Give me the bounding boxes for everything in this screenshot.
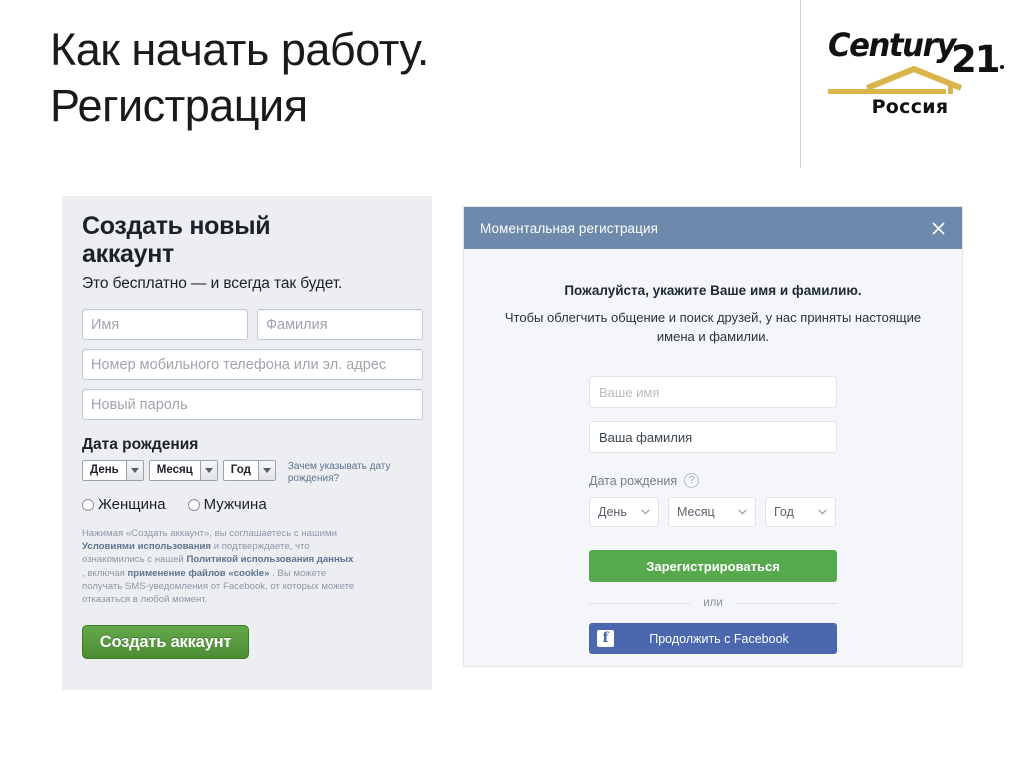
page-title-line-2: Регистрация <box>50 80 308 131</box>
modal-birthdate-label-row: Дата рождения ? <box>589 473 837 488</box>
page-title-line-1: Как начать работу. <box>50 24 429 75</box>
gender-row: Женщина Мужчина <box>82 496 412 513</box>
signup-subheading: Это бесплатно — и всегда так будет. <box>82 275 343 292</box>
birthdate-month-select[interactable]: Месяц <box>148 460 218 481</box>
gender-female-label: Женщина <box>98 496 166 513</box>
modal-lead-text: Пожалуйста, укажите Ваше имя и фамилию. <box>564 283 862 298</box>
logo-century-text: Century <box>828 26 956 64</box>
birthdate-month-value: Месяц <box>156 464 193 476</box>
logo-country-text: Россия <box>871 96 949 118</box>
modal-firstname-input[interactable] <box>589 376 837 408</box>
header-divider <box>800 0 801 168</box>
facebook-icon: f <box>597 630 614 647</box>
modal-birthdate-day-value: День <box>598 505 627 519</box>
legal-text-part-1: Нажимая «Создать аккаунт», вы соглашаете… <box>82 528 337 539</box>
divider-line-left <box>589 602 691 604</box>
modal-lastname-input[interactable] <box>589 421 837 453</box>
new-password-input[interactable] <box>82 389 423 420</box>
name-fields-row <box>82 309 423 340</box>
logo-roof-icon <box>828 66 963 94</box>
divider-line-right <box>735 602 837 604</box>
page-title: Как начать работу. Регистрация <box>50 22 770 134</box>
phone-or-email-input[interactable] <box>82 349 423 380</box>
create-account-button[interactable]: Создать аккаунт <box>82 625 249 660</box>
chevron-down-icon <box>641 509 650 515</box>
gender-option-female[interactable]: Женщина <box>82 496 166 513</box>
modal-birthdate-year-value: Год <box>774 505 794 519</box>
legal-text-part-3: , включая <box>82 567 128 579</box>
lastname-input[interactable] <box>257 309 423 340</box>
legal-disclaimer: Нажимая «Создать аккаунт», вы соглашаете… <box>82 527 357 606</box>
chevron-down-icon <box>257 461 275 480</box>
birthdate-label: Дата рождения <box>82 436 199 453</box>
continue-with-facebook-button[interactable]: f Продолжить с Facebook <box>589 623 837 654</box>
chevron-down-icon <box>738 509 747 515</box>
or-label: или <box>703 597 723 609</box>
century21-logo: Century 21 Россия <box>822 14 1012 144</box>
modal-birthdate-month-select[interactable]: Месяц <box>668 497 756 527</box>
birthdate-day-select[interactable]: День <box>82 460 144 481</box>
birthdate-year-select[interactable]: Год <box>222 460 276 481</box>
cookie-policy-link[interactable]: применение файлов «cookie» <box>128 568 270 579</box>
chevron-down-icon <box>199 461 217 480</box>
modal-description: Чтобы облегчить общение и поиск друзей, … <box>504 310 922 344</box>
birthdate-row: День Месяц Год Зачем указывать дату рожд… <box>82 460 412 485</box>
register-button[interactable]: Зарегистрироваться <box>589 550 837 582</box>
gender-option-male[interactable]: Мужчина <box>187 496 267 513</box>
modal-title: Моментальная регистрация <box>480 220 659 236</box>
close-icon[interactable] <box>928 218 948 238</box>
data-policy-link[interactable]: Политикой использования данных <box>186 554 353 565</box>
gender-male-label: Мужчина <box>203 496 267 513</box>
birthdate-year-value: Год <box>230 464 251 476</box>
why-birthdate-link[interactable]: Зачем указывать дату рождения? <box>288 460 393 485</box>
modal-form: Дата рождения ? День Месяц Год <box>589 376 837 654</box>
signup-heading: Создать новый аккаунт <box>82 212 271 268</box>
radio-icon[interactable] <box>82 498 94 511</box>
chevron-down-icon <box>818 509 827 515</box>
instant-registration-modal: Моментальная регистрация Пожалуйста, ука… <box>463 206 963 667</box>
modal-body: Пожалуйста, укажите Ваше имя и фамилию. … <box>464 249 962 654</box>
facebook-button-label: Продолжить с Facebook <box>649 631 789 646</box>
logo-registered-dot <box>1000 65 1004 69</box>
signup-panel-left: Создать новый аккаунт Это бесплатно — и … <box>62 196 432 690</box>
terms-of-use-link[interactable]: Условиями использования <box>82 541 211 552</box>
radio-icon[interactable] <box>187 498 200 511</box>
firstname-input[interactable] <box>82 309 248 340</box>
modal-birthdate-year-select[interactable]: Год <box>765 497 836 527</box>
chevron-down-icon <box>125 461 143 480</box>
modal-birthdate-month-value: Месяц <box>677 505 715 519</box>
or-divider: или <box>589 597 837 609</box>
birthdate-day-value: День <box>90 464 119 476</box>
modal-header: Моментальная регистрация <box>464 207 962 249</box>
modal-birthdate-day-select[interactable]: День <box>589 497 659 527</box>
modal-birthdate-label: Дата рождения <box>589 473 678 488</box>
modal-birthdate-row: День Месяц Год <box>589 497 837 527</box>
help-icon[interactable]: ? <box>684 473 700 488</box>
